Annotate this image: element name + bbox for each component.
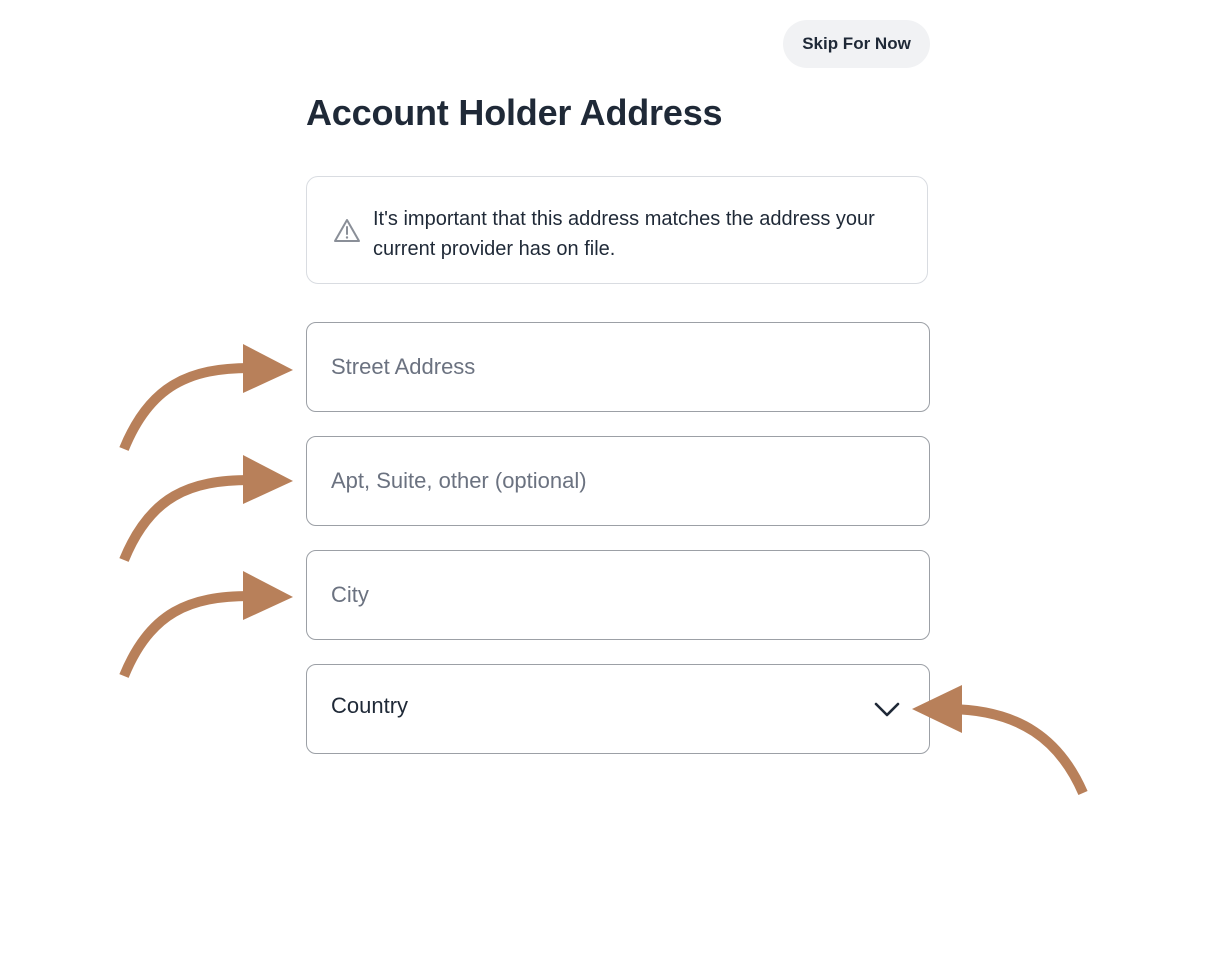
page: Skip For Now Account Holder Address It's… bbox=[0, 0, 1232, 960]
street-address-input[interactable] bbox=[307, 323, 929, 411]
city-field bbox=[306, 550, 930, 640]
country-select-value: Country bbox=[331, 693, 409, 718]
city-input[interactable] bbox=[307, 551, 929, 639]
annotation-arrow-apt bbox=[119, 455, 293, 562]
warning-triangle-icon bbox=[334, 219, 360, 242]
address-notice: It's important that this address matches… bbox=[306, 176, 928, 284]
notice-text: It's important that this address matches… bbox=[373, 208, 875, 260]
apt-suite-input[interactable] bbox=[307, 437, 929, 525]
annotation-arrow-street bbox=[119, 344, 293, 451]
street-address-field bbox=[306, 322, 930, 412]
apt-suite-field bbox=[306, 436, 930, 526]
country-select[interactable]: Country bbox=[306, 664, 930, 754]
skip-for-now-button[interactable]: Skip For Now bbox=[783, 20, 930, 68]
chevron-down-icon[interactable] bbox=[873, 699, 901, 719]
annotation-arrow-city bbox=[119, 571, 293, 678]
page-title: Account Holder Address bbox=[306, 92, 723, 133]
annotation-arrow-country bbox=[912, 685, 1088, 795]
